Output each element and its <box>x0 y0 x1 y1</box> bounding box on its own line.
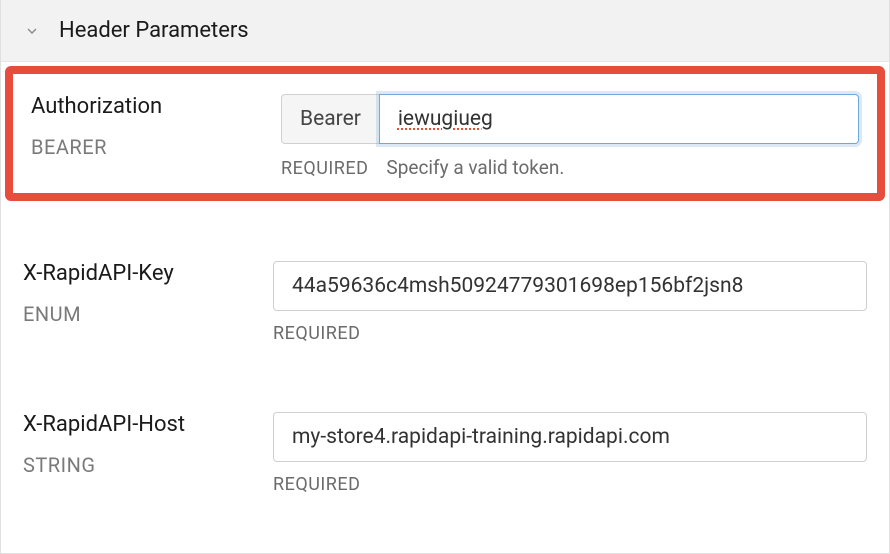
section-title: Header Parameters <box>59 18 249 43</box>
param-name-label: Authorization <box>31 94 261 119</box>
authorization-input[interactable]: iewugiueg <box>379 94 859 144</box>
helper-row: REQUIRED Specify a valid token. <box>281 154 859 179</box>
authorization-input-group: Bearer iewugiueg <box>281 94 859 144</box>
param-type-label: BEARER <box>31 135 261 159</box>
section-header[interactable]: Header Parameters <box>1 0 889 62</box>
bearer-prefix: Bearer <box>281 94 379 144</box>
param-controls: my-store4.rapidapi-training.rapidapi.com… <box>273 412 867 495</box>
rapidapi-host-input[interactable]: my-store4.rapidapi-training.rapidapi.com <box>273 412 867 462</box>
param-meta: X-RapidAPI-Host STRING <box>23 412 253 495</box>
helper-text: Specify a valid token. <box>386 156 564 179</box>
header-parameters-panel: Header Parameters Authorization BEARER B… <box>0 0 890 554</box>
highlighted-param: Authorization BEARER Bearer iewugiueg RE… <box>5 66 885 201</box>
param-row-authorization: Authorization BEARER Bearer iewugiueg RE… <box>27 94 863 179</box>
param-meta: X-RapidAPI-Key ENUM <box>23 261 253 344</box>
param-controls: 44a59636c4msh50924779301698ep156bf2jsn8 … <box>273 261 867 344</box>
param-type-label: ENUM <box>23 302 253 326</box>
helper-row: REQUIRED <box>273 472 867 495</box>
required-badge: REQUIRED <box>281 158 368 179</box>
param-row-rapidapi-key: X-RapidAPI-Key ENUM 44a59636c4msh5092477… <box>1 241 889 352</box>
required-badge: REQUIRED <box>273 474 360 495</box>
param-type-label: STRING <box>23 453 253 477</box>
required-badge: REQUIRED <box>273 323 360 344</box>
rapidapi-key-input[interactable]: 44a59636c4msh50924779301698ep156bf2jsn8 <box>273 261 867 311</box>
param-name-label: X-RapidAPI-Key <box>23 261 253 286</box>
param-controls: Bearer iewugiueg REQUIRED Specify a vali… <box>281 94 859 179</box>
param-row-rapidapi-host: X-RapidAPI-Host STRING my-store4.rapidap… <box>1 392 889 503</box>
helper-row: REQUIRED <box>273 321 867 344</box>
params-body: Authorization BEARER Bearer iewugiueg RE… <box>1 62 889 553</box>
param-name-label: X-RapidAPI-Host <box>23 412 253 437</box>
chevron-down-icon[interactable] <box>23 22 41 40</box>
param-meta: Authorization BEARER <box>31 94 261 179</box>
